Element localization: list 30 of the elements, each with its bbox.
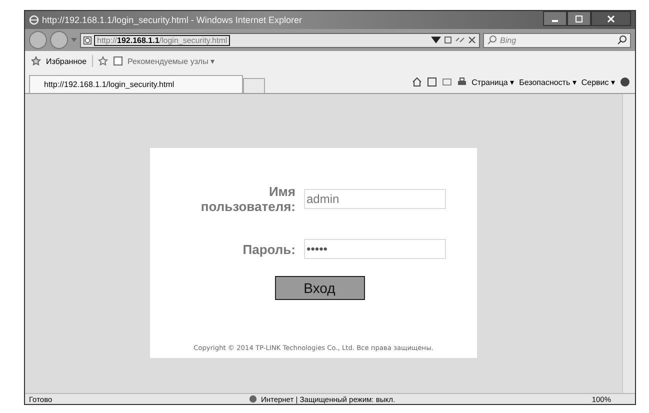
menu-button[interactable]: Страница ▾ — [472, 78, 514, 86]
window-title: http://192.168.1.1/login_security.html - Windows Internet Explorer — [42, 15, 302, 25]
maximize-icon — [574, 14, 584, 24]
username-field[interactable]: admin — [304, 189, 446, 209]
login-button[interactable]: Вход — [274, 276, 364, 300]
close-icon[interactable] — [467, 35, 477, 45]
close-icon — [606, 14, 616, 24]
menu-button[interactable]: Безопасность ▾ — [519, 78, 576, 86]
minimize-button[interactable] — [543, 11, 567, 26]
search-field[interactable]: Bing — [483, 32, 631, 48]
close-button[interactable] — [591, 11, 631, 26]
field-label: Имя пользователя: — [200, 184, 296, 214]
browser-tab[interactable]: http://192.168.1.1/login_security.html — [29, 75, 243, 93]
star-icon — [31, 56, 41, 66]
dropdown-arrow-icon[interactable] — [431, 35, 441, 45]
printer-icon[interactable] — [456, 77, 467, 87]
address-field[interactable]: http://192.168.1.1/login_security.html — [80, 32, 480, 48]
scrollbar[interactable] — [622, 94, 635, 393]
maximize-button[interactable] — [567, 11, 591, 26]
minimize-icon — [552, 20, 558, 22]
add-favorite-icon[interactable] — [98, 56, 108, 66]
field-label: Пароль: — [242, 242, 296, 256]
favorites-button[interactable]: Избранное — [46, 56, 87, 66]
browser-icon — [29, 15, 39, 25]
search-icon[interactable] — [617, 35, 627, 45]
search-icon — [487, 35, 497, 45]
home-icon[interactable] — [412, 77, 422, 87]
menu-button[interactable]: Сервис ▾ — [581, 78, 615, 86]
password-field[interactable]: ••••• — [304, 239, 446, 259]
suggested-sites-button[interactable]: Рекомендуемые узлы ▾ — [128, 56, 215, 66]
